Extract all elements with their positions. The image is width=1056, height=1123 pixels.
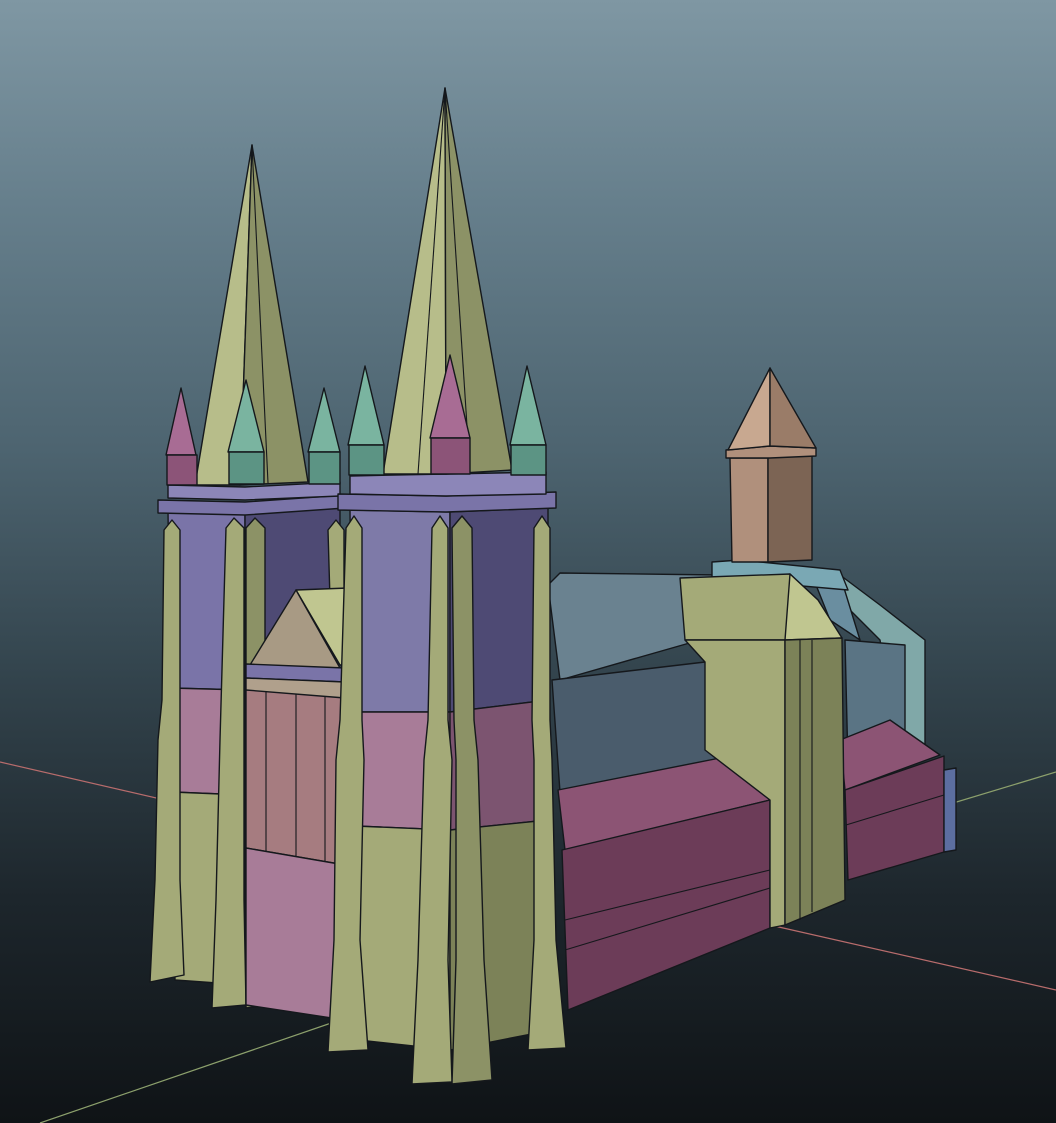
left-pinnacle-teal-2-base: [308, 451, 341, 485]
porch-base: [245, 847, 346, 1021]
buttress: [149, 519, 185, 983]
east-end-cap: [943, 767, 957, 853]
left-pinnacle-pink: [165, 387, 197, 456]
3d-viewport[interactable]: [0, 0, 1056, 1123]
front-pinnacle-teal-right: [509, 365, 547, 446]
front-pinnacle-pink-center-base: [430, 437, 471, 475]
crossing-tower-body-left: [729, 457, 769, 563]
crossing-tower-body-right: [767, 451, 813, 563]
crossing-tower-spire-right: [769, 367, 817, 449]
left-pinnacle-pink-base: [166, 454, 198, 486]
crossing-tower-spire-left: [727, 367, 771, 451]
front-pinnacle-teal-left: [347, 365, 385, 446]
front-pinnacle-teal-left-base: [348, 444, 385, 476]
grid-axis-z-left: [39, 1019, 341, 1123]
left-pinnacle-teal-2: [307, 387, 341, 453]
crossing-tower: [711, 367, 849, 591]
front-pinnacle-teal-right-base: [510, 444, 547, 476]
cathedral-model-scene[interactable]: [0, 0, 1056, 1123]
transept-side: [784, 637, 846, 926]
grid-axis-x-right: [769, 924, 1056, 991]
left-pinnacle-teal-1-base: [228, 451, 265, 485]
